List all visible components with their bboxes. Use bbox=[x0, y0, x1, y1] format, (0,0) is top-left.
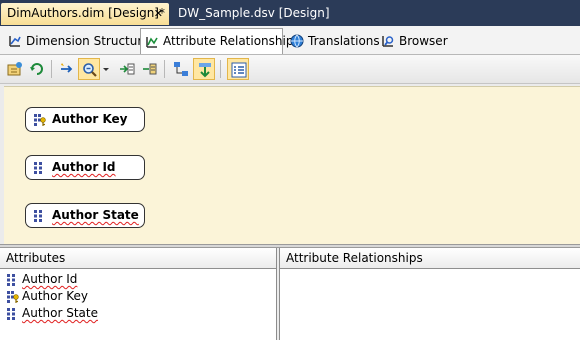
attribute-relationships-list[interactable] bbox=[280, 269, 580, 271]
arrange-icon bbox=[174, 62, 188, 76]
browser-icon bbox=[382, 36, 394, 47]
document-tab-strip: DimAuthors.dim [Design]* ✕ DW_Sample.dsv… bbox=[0, 0, 580, 26]
attributes-list: Author Id Author Key Author State bbox=[0, 269, 276, 322]
expand-icon bbox=[120, 63, 135, 75]
dimension-designer: Dimension Structure Attribute Relationsh… bbox=[0, 26, 580, 340]
document-tab-dw-sample[interactable]: DW_Sample.dsv [Design] bbox=[172, 3, 330, 25]
document-tab-label: DW_Sample.dsv [Design] bbox=[178, 6, 330, 20]
attribute-icon bbox=[7, 308, 15, 320]
attribute-icon bbox=[34, 210, 42, 222]
dimension-structure-icon bbox=[9, 36, 21, 47]
attribute-icon bbox=[7, 274, 15, 286]
attribute-relationships-icon bbox=[146, 37, 158, 48]
list-item-author-key[interactable]: Author Key bbox=[0, 288, 276, 305]
diagram-node-author-key[interactable]: Author Key bbox=[25, 107, 145, 132]
expand-button[interactable] bbox=[116, 58, 138, 80]
toolbar-separator bbox=[164, 60, 165, 78]
attribute-icon bbox=[34, 162, 42, 174]
attributes-pane-header: Attributes bbox=[0, 248, 276, 269]
attribute-relationships-pane-header: Attribute Relationships bbox=[280, 248, 580, 269]
refresh-icon bbox=[30, 63, 43, 75]
toolbar-separator bbox=[51, 60, 52, 78]
list-item-author-id[interactable]: Author Id bbox=[0, 271, 276, 288]
diagram-node-author-id[interactable]: Author Id bbox=[25, 155, 145, 180]
tab-label: Browser bbox=[399, 34, 448, 48]
zoom-dropdown-button[interactable] bbox=[100, 58, 112, 80]
show-list-button[interactable] bbox=[227, 58, 249, 80]
key-attribute-icon bbox=[34, 114, 46, 126]
zoom-button[interactable] bbox=[78, 58, 100, 80]
node-label: Author Key bbox=[52, 112, 128, 126]
list-item-author-state[interactable]: Author State bbox=[0, 305, 276, 322]
tab-browser[interactable]: Browser bbox=[377, 29, 448, 53]
designer-toolbar bbox=[0, 55, 580, 84]
collapse-icon bbox=[143, 63, 157, 75]
move-down-button[interactable] bbox=[193, 58, 215, 80]
arrange-button[interactable] bbox=[170, 58, 192, 80]
document-tab-dimauthors[interactable]: DimAuthors.dim [Design]* ✕ bbox=[1, 3, 169, 25]
tab-label: Dimension Structure bbox=[26, 34, 150, 48]
tab-translations[interactable]: Translations bbox=[286, 29, 380, 53]
new-relationship-icon bbox=[61, 63, 73, 73]
translations-icon bbox=[290, 34, 304, 48]
refresh-button[interactable] bbox=[26, 58, 48, 80]
designer-tab-strip: Dimension Structure Attribute Relationsh… bbox=[0, 26, 580, 55]
toolbar-separator bbox=[220, 60, 221, 78]
chevron-down-icon bbox=[103, 68, 109, 71]
attributes-pane: Attributes Author Id Author Key Author S… bbox=[0, 248, 277, 340]
collapse-button[interactable] bbox=[138, 58, 160, 80]
zoom-icon bbox=[83, 63, 97, 77]
node-label: Author State bbox=[52, 208, 139, 222]
show-list-icon bbox=[231, 62, 247, 78]
move-down-icon bbox=[199, 63, 211, 78]
document-tab-label: DimAuthors.dim [Design]* bbox=[7, 6, 165, 20]
process-button[interactable] bbox=[4, 58, 26, 80]
close-icon[interactable]: ✕ bbox=[154, 3, 163, 24]
list-item-label: Author Id bbox=[22, 272, 78, 286]
process-icon bbox=[7, 62, 22, 76]
tab-attribute-relationships[interactable]: Attribute Relationships bbox=[140, 28, 300, 54]
node-label: Author Id bbox=[52, 160, 116, 174]
attribute-relationships-pane: Attribute Relationships bbox=[279, 248, 580, 340]
tab-label: Attribute Relationships bbox=[163, 34, 300, 48]
key-attribute-icon bbox=[7, 291, 19, 303]
relationships-diagram-canvas[interactable]: Author Key Author Id Author State bbox=[4, 86, 580, 245]
list-item-label: Author Key bbox=[22, 289, 88, 303]
diagram-node-author-state[interactable]: Author State bbox=[25, 203, 145, 228]
tab-label: Translations bbox=[308, 34, 380, 48]
list-item-label: Author State bbox=[22, 306, 98, 320]
new-relationship-button[interactable] bbox=[56, 58, 78, 80]
tab-dimension-structure[interactable]: Dimension Structure bbox=[4, 29, 149, 53]
